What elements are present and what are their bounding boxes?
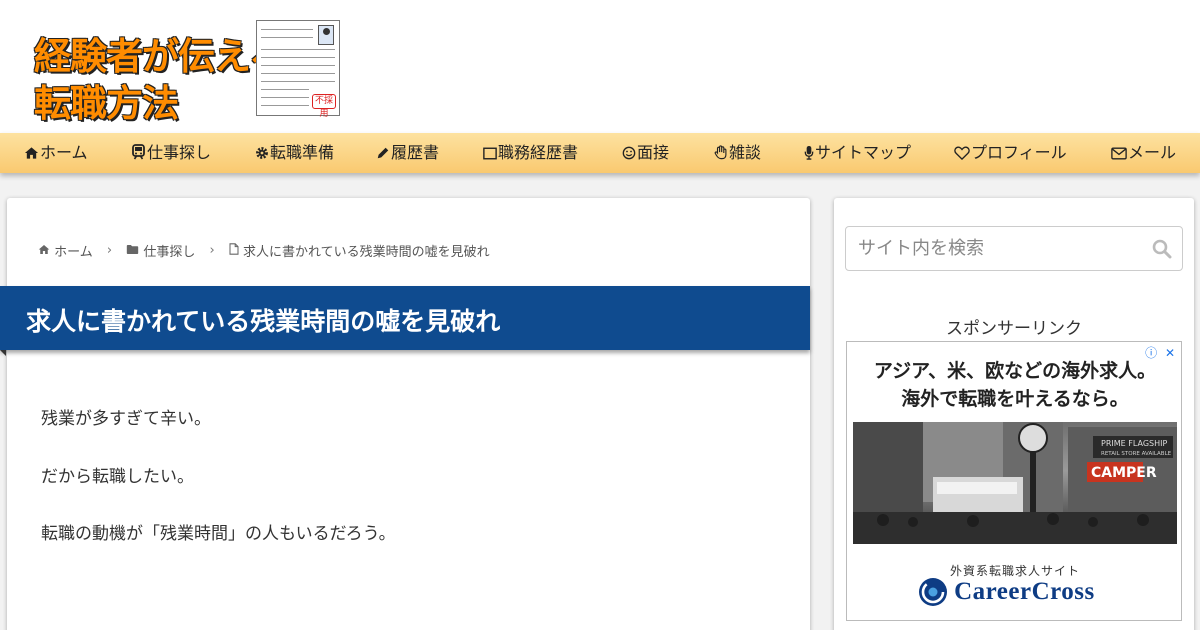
nav-item-home[interactable]: ホーム	[24, 133, 88, 173]
nav-label: メール	[1128, 143, 1177, 162]
resume-illustration: 不採用	[256, 20, 340, 119]
breadcrumb-current: 求人に書かれている残業時間の嘘を見破れ	[243, 245, 490, 260]
document-icon	[229, 243, 239, 255]
nav-item-job-search[interactable]: 仕事探し	[131, 133, 211, 173]
breadcrumb: ホーム › 仕事探し › 求人に書かれている残業時間の嘘を見破れ	[38, 241, 490, 260]
global-nav: ホーム 仕事探し 転職準備 履歴書 職務経歴書 面接 雑談 サイトマップ プロフ…	[0, 133, 1200, 173]
nav-label: 履歴書	[391, 143, 440, 162]
ad-headline-2: 海外で転職を叶えるなら。	[901, 388, 1129, 410]
main-content: ホーム › 仕事探し › 求人に書かれている残業時間の嘘を見破れ 求人に書かれて…	[0, 198, 810, 630]
rejected-stamp: 不採用	[312, 94, 336, 119]
search-input[interactable]	[846, 227, 1136, 270]
nav-label: 雑談	[729, 143, 762, 162]
nav-item-sitemap[interactable]: サイトマップ	[804, 133, 911, 173]
chevron-right-icon: ›	[106, 243, 113, 258]
breadcrumb-category[interactable]: 仕事探し	[143, 245, 195, 260]
nav-label: 職務経歴書	[498, 143, 579, 162]
article-paragraph: 残業が多すぎて辛い。	[41, 409, 211, 429]
pencil-icon	[377, 147, 389, 159]
train-icon	[132, 144, 145, 160]
article-paragraph: 転職の動機が「残業時間」の人もいるだろう。	[41, 524, 396, 544]
article-title: 求人に書かれている残業時間の嘘を見破れ	[26, 307, 501, 336]
smile-icon	[622, 146, 636, 160]
article-title-bar: 求人に書かれている残業時間の嘘を見破れ	[0, 286, 810, 350]
sidebar: スポンサーリンク ⓘ ✕ アジア、米、欧などの海外求人。 海外で転職を叶えるなら…	[834, 198, 1194, 630]
ad-headline-1: アジア、米、欧などの海外求人。	[873, 360, 1157, 382]
nav-label: ホーム	[40, 143, 88, 162]
sponsor-label: スポンサーリンク	[946, 319, 1082, 339]
window-icon	[483, 147, 497, 160]
nav-item-chat[interactable]: 雑談	[714, 133, 761, 173]
ad-brand-name: CareerCross	[954, 578, 1095, 605]
site-header: 経験者が伝える 転職方法 不採用	[0, 0, 1200, 133]
nav-item-profile[interactable]: プロフィール	[954, 133, 1067, 173]
careercross-logo-icon	[919, 578, 947, 606]
nav-label: 転職準備	[270, 143, 335, 162]
heart-icon	[954, 146, 970, 161]
mail-icon	[1111, 147, 1127, 160]
logo-line-2: 転職方法	[34, 82, 179, 125]
logo-line-1: 経験者が伝える	[34, 35, 286, 78]
street-scene: PRIME FLAGSHIP RETAIL STORE AVAILABLE CA…	[853, 422, 1177, 544]
nav-item-interview[interactable]: 面接	[622, 133, 669, 173]
photo-sign-2: RETAIL STORE AVAILABLE	[1101, 451, 1172, 457]
nav-item-mail[interactable]: メール	[1111, 133, 1176, 173]
nav-label: サイトマップ	[815, 143, 912, 162]
ad-brand-logo[interactable]: CareerCross	[917, 576, 1095, 612]
photo-sign-1: PRIME FLAGSHIP	[1101, 439, 1167, 448]
site-logo[interactable]: 経験者が伝える 転職方法 不採用	[30, 18, 350, 125]
nav-item-resume[interactable]: 履歴書	[376, 133, 439, 173]
ad-street-photo: PRIME FLAGSHIP RETAIL STORE AVAILABLE CA…	[853, 422, 1177, 544]
nav-label: 面接	[637, 143, 670, 162]
gear-icon	[256, 147, 268, 159]
chevron-right-icon: ›	[209, 243, 215, 258]
search-box	[845, 226, 1183, 271]
breadcrumb-home[interactable]: ホーム	[54, 245, 93, 260]
nav-label: プロフィール	[971, 143, 1067, 162]
article-paragraph: だから転職したい。	[41, 467, 194, 487]
photo-sign-3: CAMPER	[1091, 465, 1157, 481]
nav-item-preparation[interactable]: 転職準備	[255, 133, 334, 173]
nav-label: 仕事探し	[147, 143, 212, 162]
home-icon	[38, 245, 50, 254]
hand-icon	[714, 145, 727, 160]
home-icon	[24, 147, 39, 159]
ad-banner[interactable]: ⓘ ✕ アジア、米、欧などの海外求人。 海外で転職を叶えるなら。 PRIME F…	[846, 341, 1182, 621]
folder-icon	[127, 245, 139, 254]
microphone-icon	[804, 145, 814, 160]
nav-item-career-history[interactable]: 職務経歴書	[483, 133, 578, 173]
search-icon[interactable]	[1152, 239, 1172, 259]
resume-photo	[318, 25, 334, 45]
